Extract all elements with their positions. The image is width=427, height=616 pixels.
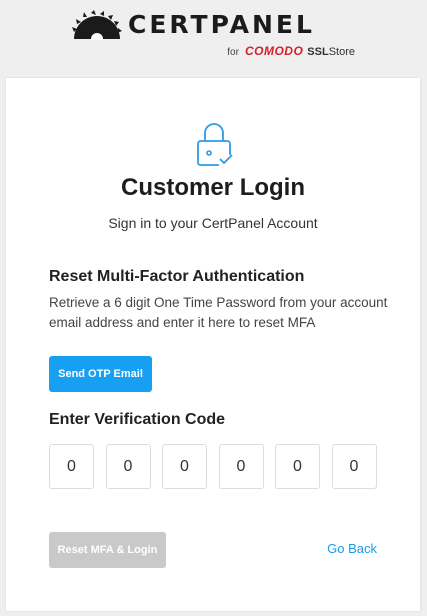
reset-mfa-heading: Reset Multi-Factor Authentication: [49, 268, 305, 285]
verification-code-label: Enter Verification Code: [49, 411, 226, 428]
reset-mfa-login-button[interactable]: Reset MFA & Login: [49, 532, 166, 568]
page-title: Customer Login: [121, 174, 305, 201]
page-subtitle: Sign in to your CertPanel Account: [108, 215, 318, 231]
code-digit-1[interactable]: [49, 444, 94, 489]
reset-mfa-description: Retrieve a 6 digit One Time Password fro…: [49, 295, 388, 330]
login-card: Customer Login Sign in to your CertPanel…: [6, 78, 420, 611]
code-digit-4[interactable]: [218, 444, 264, 489]
code-digit-5[interactable]: [275, 444, 320, 489]
code-digit-3[interactable]: [162, 444, 207, 489]
header: CERTPANEL for COMODO SSL Store: [0, 0, 427, 78]
go-back-link[interactable]: Go Back: [327, 541, 377, 556]
ssl-text: SSL: [307, 46, 329, 58]
comodo-sslstore-tagline: for COMODO SSL Store: [227, 44, 355, 58]
code-digit-2[interactable]: [105, 444, 151, 489]
code-digit-6[interactable]: [331, 444, 377, 489]
verification-code-inputs: [49, 444, 377, 489]
store-text: Store: [328, 46, 355, 58]
lock-check-icon: [197, 123, 233, 166]
for-text: for: [227, 47, 239, 58]
brand-name: CERTPANEL: [128, 10, 315, 39]
sawblade-logo-icon: [72, 10, 122, 40]
certpanel-logo: CERTPANEL: [72, 10, 315, 40]
comodo-text: COMODO: [244, 44, 304, 58]
send-otp-email-button[interactable]: Send OTP Email: [49, 356, 152, 392]
